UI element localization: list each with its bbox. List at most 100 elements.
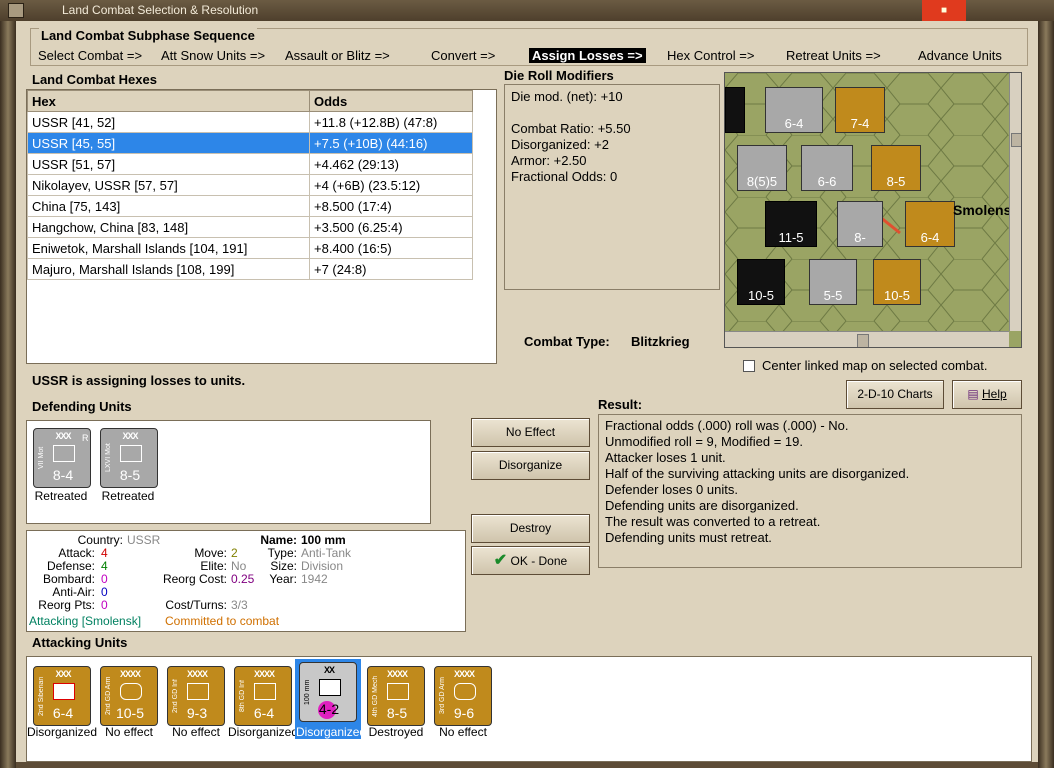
year-label: Year: [269,572,297,586]
table-row-selected[interactable]: USSR [45, 55] +7.5 (+10B) (44:16) [27,132,473,154]
map-unit-counter[interactable]: 6-6 [801,145,853,191]
table-row[interactable]: China [75, 143] +8.500 (17:4) [27,195,473,217]
attacking-location: Attacking [Smolensk] [29,614,142,628]
defending-unit-counter[interactable]: VII Mot XXX R 8-4 [33,428,91,488]
map-hscrollbar[interactable] [725,331,1009,347]
map-unit-counter[interactable]: 6-4 [765,87,823,133]
unit-size: XXXX [186,669,208,679]
map-unit-counter[interactable]: 6-4 [905,201,955,247]
unit-info-panel: Country: USSR Attack: 4 Defense: 4 Bomba… [26,530,466,632]
unit-size: XX [323,665,335,675]
table-row[interactable]: Majuro, Marshall Islands [108, 199] +7 (2… [27,258,473,280]
center-map-checkbox[interactable] [743,360,755,372]
reorg-pts-value: 0 [101,598,108,612]
status-text: USSR is assigning losses to units. [32,373,246,388]
map-unit-counter[interactable]: 8- [837,201,883,247]
column-header-odds[interactable]: Odds [309,90,473,112]
unit-strength: 9-6 [453,705,475,721]
infantry-symbol-icon [254,683,276,700]
defending-unit-counter[interactable]: LXVI Mot XXX 8-5 [100,428,158,488]
title-bar: Land Combat Selection & Resolution ■ [0,0,1054,21]
close-button[interactable]: ■ [922,0,966,21]
unit-strength: 6-4 [52,705,74,721]
hex-cell: China [75, 143] [27,195,310,217]
attacking-unit-caption: No effect [439,725,487,739]
column-header-hex[interactable]: Hex [27,90,310,112]
table-row[interactable]: Nikolayev, USSR [57, 57] +4 (+6B) (23.5:1… [27,174,473,196]
die-mod-line: Disorganized: +2 [511,137,609,152]
phase-convert: Convert => [431,48,496,63]
result-line: Defending units must retreat. [605,530,772,545]
help-button[interactable]: ▤ Help [952,380,1022,409]
odds-cell: +3.500 (6.25:4) [309,216,473,238]
attacking-unit-counter[interactable]: 2nd GD Arm XXXX 10-5 [100,666,158,726]
linked-map[interactable]: 6-4 7-4 8(5)5 6-6 8-5 11-5 8- 6-4 Smolen… [724,72,1022,348]
help-button-label: Help [982,387,1007,401]
attacking-unit-counter[interactable]: 3rd GD Arm XXXX 9-6 [434,666,492,726]
map-unit-counter[interactable]: 10-5 [737,259,785,305]
odds-cell: +11.8 (+12.8B) (47:8) [309,111,473,133]
phase-att-snow: Att Snow Units => [161,48,266,63]
map-unit-counter[interactable]: 11-5 [765,201,817,247]
die-mod-line: Die mod. (net): +10 [511,89,623,104]
hexes-header-row: Hex Odds [27,90,473,112]
unit-strength: 6-4 [253,705,275,721]
hexes-table-panel: Hex Odds USSR [41, 52] +11.8 (+12.8B) (47… [26,89,497,364]
map-vscrollbar[interactable] [1009,73,1021,331]
destroy-button[interactable]: Destroy [471,514,590,543]
hex-cell: Eniwetok, Marshall Islands [104, 191] [27,237,310,259]
unit-extra: R [82,433,89,443]
combat-type-label: Combat Type: [524,334,610,349]
infantry-symbol-icon [53,445,75,462]
app-icon[interactable] [8,3,24,18]
ok-done-button[interactable]: ✔ OK - Done [471,546,590,575]
unit-strength: 4-2 [318,701,340,717]
die-mods-header: Die Roll Modifiers [504,68,614,83]
attacking-unit-counter[interactable]: 2nd Siberian XXX 6-4 [33,666,91,726]
die-mod-line [511,105,713,121]
attacking-unit-counter[interactable]: 4th GD Mech XXXX 8-5 [367,666,425,726]
armor-symbol-icon [454,683,476,700]
phase-hex-control: Hex Control => [667,48,755,63]
hexes-table: Hex Odds USSR [41, 52] +11.8 (+12.8B) (47… [27,90,473,280]
attacking-unit-counter[interactable]: 8th GD Inf XXXX 6-4 [234,666,292,726]
result-line: The result was converted to a retreat. [605,514,821,529]
map-unit-counter[interactable]: 8-5 [871,145,921,191]
hexes-header: Land Combat Hexes [32,72,157,87]
attacking-unit-caption: Disorganized [26,725,98,739]
result-line: Attacker loses 1 unit. [605,450,726,465]
attacking-unit-counter[interactable]: 2nd GD Inf XXXX 9-3 [167,666,225,726]
no-effect-button[interactable]: No Effect [471,418,590,447]
table-row[interactable]: Hangchow, China [83, 148] +3.500 (6.25:4) [27,216,473,238]
window-title: Land Combat Selection & Resolution [62,3,259,17]
charts-button[interactable]: 2-D-10 Charts [846,380,944,409]
table-row[interactable]: Eniwetok, Marshall Islands [104, 191] +8.… [27,237,473,259]
disorganize-button[interactable]: Disorganize [471,451,590,480]
defending-unit-caption: Retreated [34,489,88,503]
map-unit-counter[interactable]: 8(5)5 [737,145,787,191]
map-unit-counter[interactable]: 10-5 [873,259,921,305]
map-hscroll-thumb[interactable] [857,334,869,347]
map-unit-counter[interactable]: 5-5 [809,259,857,305]
odds-cell: +7 (24:8) [309,258,473,280]
year-value: 1942 [301,572,328,586]
hex-cell: USSR [45, 55] [27,132,310,154]
map-vscroll-thumb[interactable] [1011,133,1021,147]
ok-done-label: OK - Done [510,554,568,568]
map-unit-counter[interactable] [725,87,745,133]
hex-cell: Hangchow, China [83, 148] [27,216,310,238]
mech-symbol-icon [387,683,409,700]
result-panel: Fractional odds (.000) roll was (.000) -… [598,414,1022,568]
right-frame-pillar [1038,21,1054,768]
unit-size: XXXX [253,669,275,679]
attacking-unit-caption: Disorganized [227,725,299,739]
attacking-unit-caption: Destroyed [368,725,424,739]
phase-assault-blitz: Assault or Blitz => [285,48,390,63]
table-row[interactable]: USSR [51, 57] +4.462 (29:13) [27,153,473,175]
attacking-unit-counter-selected[interactable]: 100 mm XX 4-2 [299,662,357,722]
map-unit-counter[interactable]: 7-4 [835,87,885,133]
table-row[interactable]: USSR [41, 52] +11.8 (+12.8B) (47:8) [27,111,473,133]
attacking-unit-caption: Disorganized [296,725,367,739]
result-line: Fractional odds (.000) roll was (.000) -… [605,418,849,433]
unit-size: XXX [55,669,71,679]
